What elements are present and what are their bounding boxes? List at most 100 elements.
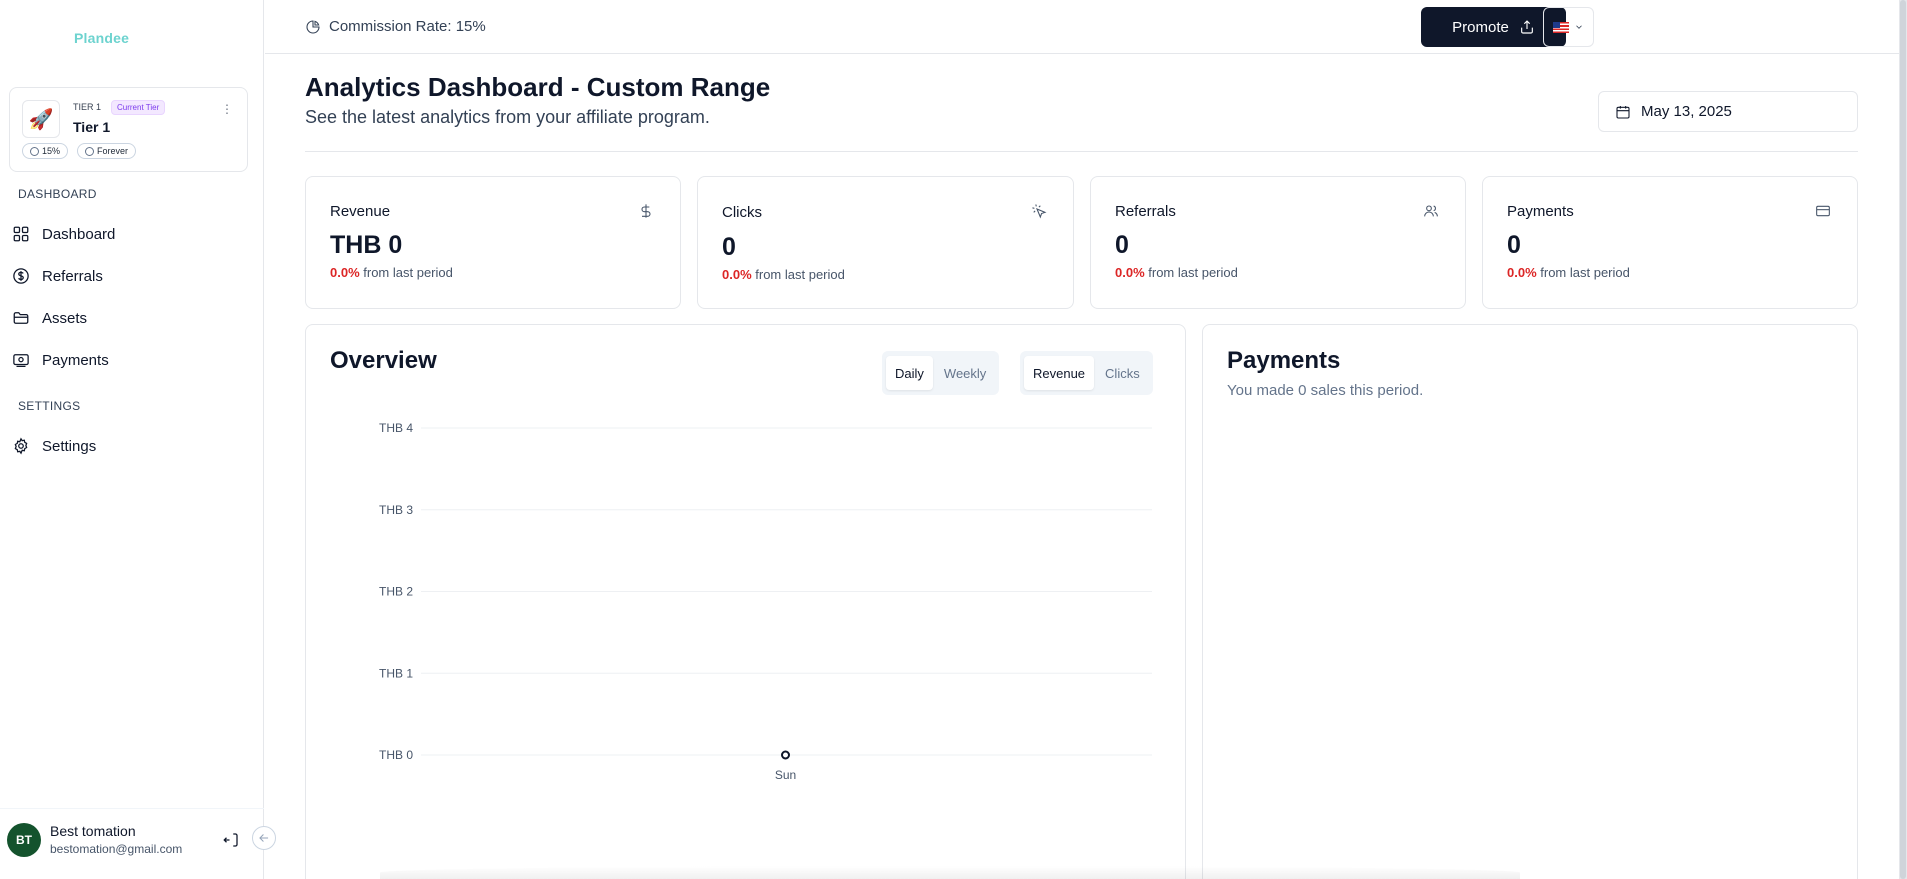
- stat-change: 0.0% from last period: [1507, 265, 1630, 280]
- folder-icon: [13, 312, 29, 324]
- dollar-icon: [638, 203, 654, 219]
- grid-icon: [13, 226, 29, 242]
- more-vertical-icon[interactable]: ⋮: [221, 102, 233, 116]
- stat-value: 0: [722, 233, 736, 261]
- y-tick-label: THB 2: [379, 585, 413, 599]
- stat-card-payments: Payments 0 0.0% from last period: [1482, 176, 1858, 309]
- stat-label: Revenue: [330, 203, 391, 220]
- stat-change-percent: 0.0%: [722, 267, 752, 282]
- page-title: Analytics Dashboard - Custom Range: [305, 72, 771, 102]
- users-icon: [1423, 203, 1439, 219]
- y-tick-label: THB 4: [379, 421, 413, 435]
- current-tier-badge: Current Tier: [111, 100, 166, 115]
- stat-change-suffix: from last period: [1148, 265, 1238, 280]
- commission-rate: Commission Rate: 15%: [305, 18, 486, 35]
- date-range-picker[interactable]: May 13, 2025: [1598, 91, 1858, 132]
- pie-chart-icon: [306, 19, 320, 33]
- nav-section-dashboard: DASHBOARD: [18, 187, 97, 201]
- app-logo[interactable]: Plandee: [74, 30, 129, 46]
- stat-card-clicks: Clicks 0 0.0% from last period: [697, 176, 1074, 309]
- logout-icon: [223, 833, 238, 847]
- clock-icon: [85, 146, 94, 156]
- stat-change-percent: 0.0%: [1115, 265, 1145, 280]
- y-tick-label: THB 1: [379, 666, 413, 680]
- sidebar-item-label: Assets: [42, 309, 88, 327]
- tier-rate-value: 15%: [42, 146, 61, 156]
- stat-change-suffix: from last period: [755, 267, 845, 282]
- stat-change: 0.0% from last period: [1115, 265, 1238, 280]
- sidebar-item-label: Settings: [42, 437, 97, 455]
- stat-change: 0.0% from last period: [330, 265, 453, 280]
- overview-chart: THB 0 THB 1 THB 2 THB 3 THB 4 Sun: [379, 421, 1152, 782]
- date-range-value: May 13, 2025: [1641, 103, 1732, 120]
- payments-subtitle: You made 0 sales this period.: [1227, 382, 1424, 399]
- arrow-left-icon: [259, 834, 269, 842]
- data-point[interactable]: [781, 750, 790, 760]
- rocket-icon: 🚀: [22, 100, 60, 138]
- user-email: bestomation@gmail.com: [50, 842, 183, 856]
- payments-panel: Payments You made 0 sales this period.: [1202, 324, 1858, 879]
- stat-label: Clicks: [722, 204, 762, 221]
- y-tick-label: THB 0: [379, 748, 413, 762]
- header-divider: [305, 151, 1858, 152]
- stat-value: 0: [1507, 231, 1521, 259]
- page-subtitle: See the latest analytics from your affil…: [305, 107, 710, 127]
- stat-change-suffix: from last period: [363, 265, 453, 280]
- collapse-sidebar-button[interactable]: [252, 826, 276, 850]
- tab-weekly[interactable]: Weekly: [935, 356, 995, 390]
- sidebar: Plandee 🚀 TIER 1 Current Tier Tier 1 ⋮ 1…: [0, 0, 264, 879]
- stat-value: 0: [1115, 231, 1129, 259]
- sidebar-item-assets[interactable]: Assets: [8, 301, 248, 335]
- share-icon: [1520, 20, 1533, 34]
- tier-name: Tier 1: [73, 119, 111, 135]
- promote-button-label: Promote: [1452, 18, 1509, 36]
- user-name: Best tomation: [50, 823, 136, 839]
- payments-title: Payments: [1227, 347, 1341, 374]
- chevron-down-icon: [1576, 25, 1582, 29]
- sidebar-item-label: Dashboard: [42, 225, 116, 243]
- tab-clicks[interactable]: Clicks: [1096, 356, 1149, 390]
- tier-card: 🚀 TIER 1 Current Tier Tier 1 ⋮ 15% Forev…: [9, 87, 248, 172]
- nav-section-settings: SETTINGS: [18, 399, 81, 413]
- bottom-fade: [380, 866, 1520, 879]
- stat-change-suffix: from last period: [1540, 265, 1630, 280]
- stat-label: Payments: [1507, 203, 1574, 220]
- avatar: BT: [7, 823, 41, 857]
- pointer-click-icon: [1031, 203, 1047, 219]
- metric-toggle: Revenue Clicks: [1020, 351, 1153, 395]
- y-tick-label: THB 3: [379, 503, 413, 517]
- tab-daily[interactable]: Daily: [886, 356, 933, 390]
- overview-title: Overview: [330, 347, 437, 374]
- x-tick-label: Sun: [775, 768, 796, 782]
- stat-card-referrals: Referrals 0 0.0% from last period: [1090, 176, 1466, 309]
- logout-button[interactable]: [222, 831, 240, 849]
- user-profile[interactable]: BT Best tomation bestomation@gmail.com: [0, 808, 264, 868]
- commission-rate-label: Commission Rate: 15%: [329, 18, 486, 35]
- credit-card-icon: [1815, 203, 1831, 219]
- tier-duration-pill: Forever: [77, 143, 137, 159]
- sidebar-item-label: Payments: [42, 351, 109, 369]
- sidebar-item-referrals[interactable]: Referrals: [8, 259, 248, 293]
- sidebar-item-settings[interactable]: Settings: [8, 429, 248, 463]
- dollar-circle-icon: [13, 268, 29, 284]
- banknote-icon: [13, 354, 29, 368]
- stat-value: THB 0: [330, 231, 403, 259]
- language-selector[interactable]: [1543, 7, 1594, 47]
- stat-card-revenue: Revenue THB 0 0.0% from last period: [305, 176, 681, 309]
- tier-rate-pill: 15%: [22, 143, 69, 159]
- topbar: Commission Rate: 15%: [265, 0, 1899, 54]
- period-toggle: Daily Weekly: [882, 351, 1000, 395]
- sidebar-item-dashboard[interactable]: Dashboard: [8, 217, 248, 251]
- us-flag-icon: [1553, 21, 1569, 33]
- calendar-icon: [1616, 105, 1630, 119]
- stat-change-percent: 0.0%: [330, 265, 360, 280]
- sidebar-item-payments[interactable]: Payments: [8, 343, 248, 377]
- scrollbar-thumb[interactable]: [1900, 0, 1906, 879]
- stat-label: Referrals: [1115, 203, 1176, 220]
- stat-change: 0.0% from last period: [722, 267, 845, 282]
- tier-small-label: TIER 1: [73, 102, 102, 112]
- percent-icon: [30, 146, 39, 156]
- tier-duration-value: Forever: [97, 146, 129, 156]
- overview-panel: Overview Daily Weekly Revenue Clicks THB…: [305, 324, 1186, 879]
- tab-revenue[interactable]: Revenue: [1024, 356, 1095, 390]
